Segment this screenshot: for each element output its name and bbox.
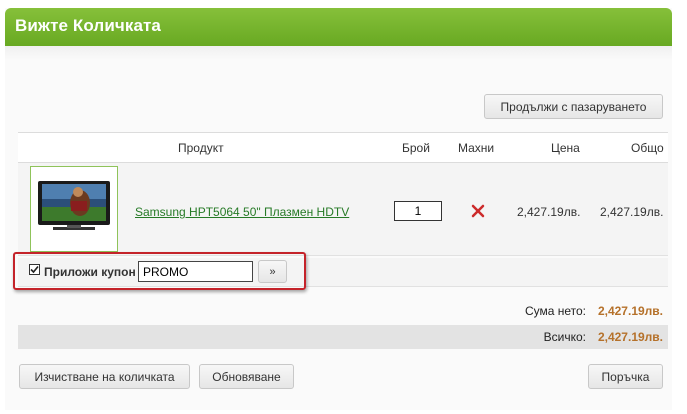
- column-price: Цена: [551, 141, 580, 155]
- apply-coupon-label: »: [269, 265, 276, 278]
- checkout-button[interactable]: Поръчка: [588, 364, 663, 389]
- update-cart-button[interactable]: Обновяване: [199, 364, 294, 389]
- continue-shopping-label: Продължи с пазаруването: [500, 99, 647, 114]
- apply-coupon-button[interactable]: »: [258, 260, 287, 283]
- clear-cart-label: Изчистване на количката: [34, 369, 175, 384]
- continue-shopping-button[interactable]: Продължи с пазаруването: [484, 94, 663, 119]
- column-quantity: Брой: [402, 141, 430, 155]
- table-row: Samsung HPT5064 50" Плазмен HDTV 2,427.1…: [18, 163, 668, 256]
- tv-image: [38, 181, 110, 230]
- checkout-label: Поръчка: [601, 369, 650, 384]
- update-cart-label: Обновяване: [212, 369, 281, 384]
- subtotal-label: Сума нето:: [524, 304, 586, 318]
- coupon-label: Приложи купон: [44, 265, 136, 279]
- clear-cart-button[interactable]: Изчистване на количката: [19, 364, 190, 389]
- coupon-row: Приложи купон »: [13, 252, 668, 290]
- header-shadow: [5, 46, 672, 60]
- cart-header: Вижте Количката: [5, 8, 672, 46]
- coupon-checkbox[interactable]: [29, 264, 40, 275]
- subtotal-value: 2,427.19лв.: [597, 304, 663, 318]
- grand-total-label: Всичко:: [543, 330, 586, 344]
- row-price: 2,427.19лв.: [517, 205, 581, 219]
- coupon-code-input[interactable]: [138, 261, 253, 282]
- grand-total-value: 2,427.19лв.: [597, 330, 663, 344]
- table-header: Продукт Брой Махни Цена Общо: [18, 132, 668, 163]
- subtotal-row: Сума нето: 2,427.19лв.: [18, 295, 668, 323]
- close-x-icon[interactable]: [471, 204, 485, 218]
- page-title: Вижте Количката: [15, 16, 161, 35]
- column-remove: Махни: [458, 141, 495, 155]
- row-total: 2,427.19лв.: [600, 205, 664, 219]
- checkmark-icon: [30, 265, 39, 274]
- cart-page: Вижте Количката Продължи с пазаруването …: [0, 0, 687, 414]
- column-product: Продукт: [178, 141, 224, 155]
- column-total: Общо: [631, 141, 664, 155]
- product-link[interactable]: Samsung HPT5064 50" Плазмен HDTV: [135, 205, 349, 219]
- quantity-input[interactable]: [394, 201, 442, 221]
- grand-total-row: Всичко: 2,427.19лв.: [18, 325, 668, 349]
- product-thumbnail[interactable]: [30, 166, 118, 252]
